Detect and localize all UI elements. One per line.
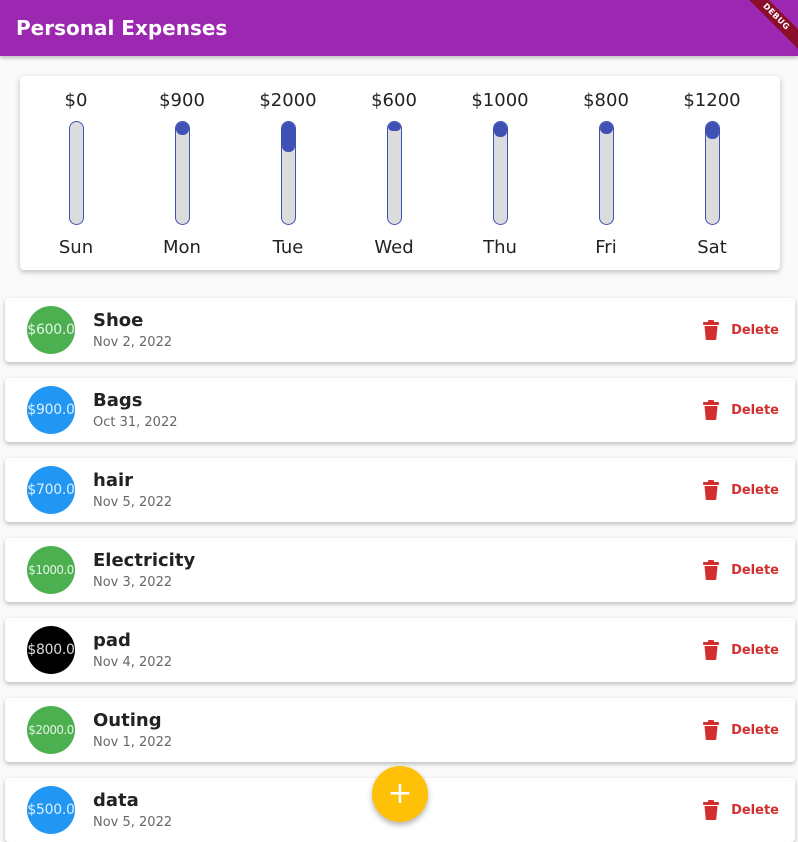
delete-button[interactable]: Delete — [703, 638, 779, 662]
amount-avatar: $500.0 — [27, 786, 75, 834]
trash-icon — [703, 400, 720, 420]
trash-icon — [703, 720, 720, 740]
chart-bar-thu: $1000 Thu — [450, 76, 550, 270]
bar-amount-label: $1200 — [683, 90, 741, 111]
transaction-title: Bags — [93, 390, 143, 411]
transaction-item: $600.0 Shoe Nov 2, 2022 Delete — [5, 298, 795, 362]
bar-fill — [282, 122, 295, 152]
transaction-item: $2000.0 Outing Nov 1, 2022 Delete — [5, 698, 795, 762]
transaction-title: data — [93, 790, 139, 811]
chart-bar-mon: $900 Mon — [132, 76, 232, 270]
weekly-chart-card: $0 Sun $900 Mon $2000 Tue $600 Wed $1000 Thu $800 F… — [20, 76, 780, 270]
bar-fill — [494, 122, 507, 138]
delete-button[interactable]: Delete — [703, 798, 779, 822]
delete-label: Delete — [731, 562, 779, 578]
transaction-title: Outing — [93, 710, 162, 731]
trash-icon — [703, 560, 720, 580]
delete-label: Delete — [731, 722, 779, 738]
bar-amount-label: $900 — [159, 90, 205, 111]
bar-fill — [706, 122, 719, 140]
bar-day-label: Wed — [374, 237, 414, 258]
transaction-title: Shoe — [93, 310, 144, 331]
bar-fill — [388, 122, 401, 132]
amount-avatar: $900.0 — [27, 386, 75, 434]
app-title: Personal Expenses — [16, 16, 228, 40]
bar-track — [705, 121, 720, 225]
delete-label: Delete — [731, 482, 779, 498]
bar-amount-label: $0 — [64, 90, 88, 111]
transaction-date: Nov 4, 2022 — [93, 655, 173, 670]
amount-avatar: $700.0 — [27, 466, 75, 514]
bar-track — [69, 121, 84, 225]
app-bar: Personal Expenses DEBUG — [0, 0, 798, 56]
bar-track — [599, 121, 614, 225]
amount-avatar: $600.0 — [27, 306, 75, 354]
delete-button[interactable]: Delete — [703, 398, 779, 422]
bar-day-label: Sat — [697, 237, 727, 258]
trash-icon — [703, 320, 720, 340]
transaction-date: Oct 31, 2022 — [93, 415, 178, 430]
bar-amount-label: $800 — [583, 90, 629, 111]
amount-avatar: $2000.0 — [27, 706, 75, 754]
bar-track — [281, 121, 296, 225]
transaction-item: $700.0 hair Nov 5, 2022 Delete — [5, 458, 795, 522]
chart-bar-sat: $1200 Sat — [662, 76, 762, 270]
transaction-title: Electricity — [93, 550, 196, 571]
bar-day-label: Tue — [272, 237, 304, 258]
chart-bar-fri: $800 Fri — [556, 76, 656, 270]
trash-icon — [703, 800, 720, 820]
amount-avatar: $800.0 — [27, 626, 75, 674]
amount-avatar: $1000.0 — [27, 546, 75, 594]
chart-bar-wed: $600 Wed — [344, 76, 444, 270]
bar-fill — [600, 122, 613, 135]
bar-day-label: Fri — [595, 237, 617, 258]
add-icon: + — [387, 776, 413, 811]
delete-button[interactable]: Delete — [703, 558, 779, 582]
bar-fill — [176, 122, 189, 136]
transaction-date: Nov 1, 2022 — [93, 735, 173, 750]
transaction-date: Nov 3, 2022 — [93, 575, 173, 590]
bar-track — [493, 121, 508, 225]
trash-icon — [703, 640, 720, 660]
transaction-item: $900.0 Bags Oct 31, 2022 Delete — [5, 378, 795, 442]
bar-day-label: Mon — [163, 237, 201, 258]
delete-label: Delete — [731, 322, 779, 338]
delete-button[interactable]: Delete — [703, 718, 779, 742]
bar-day-label: Thu — [483, 237, 517, 258]
transaction-item: $1000.0 Electricity Nov 3, 2022 Delete — [5, 538, 795, 602]
delete-label: Delete — [731, 642, 779, 658]
chart-bar-sun: $0 Sun — [26, 76, 126, 270]
delete-button[interactable]: Delete — [703, 318, 779, 342]
trash-icon — [703, 480, 720, 500]
transaction-item: $800.0 pad Nov 4, 2022 Delete — [5, 618, 795, 682]
transaction-title: pad — [93, 630, 131, 651]
transaction-date: Nov 5, 2022 — [93, 815, 173, 830]
bar-amount-label: $2000 — [259, 90, 317, 111]
transaction-date: Nov 5, 2022 — [93, 495, 173, 510]
delete-label: Delete — [731, 802, 779, 818]
transaction-date: Nov 2, 2022 — [93, 335, 173, 350]
transaction-title: hair — [93, 470, 134, 491]
delete-button[interactable]: Delete — [703, 478, 779, 502]
debug-banner: DEBUG — [737, 0, 798, 56]
bar-amount-label: $1000 — [471, 90, 529, 111]
bar-track — [387, 121, 402, 225]
delete-label: Delete — [731, 402, 779, 418]
bar-track — [175, 121, 190, 225]
chart-bar-tue: $2000 Tue — [238, 76, 338, 270]
bar-amount-label: $600 — [371, 90, 417, 111]
add-transaction-button[interactable]: + — [372, 766, 428, 822]
bar-day-label: Sun — [58, 237, 94, 258]
